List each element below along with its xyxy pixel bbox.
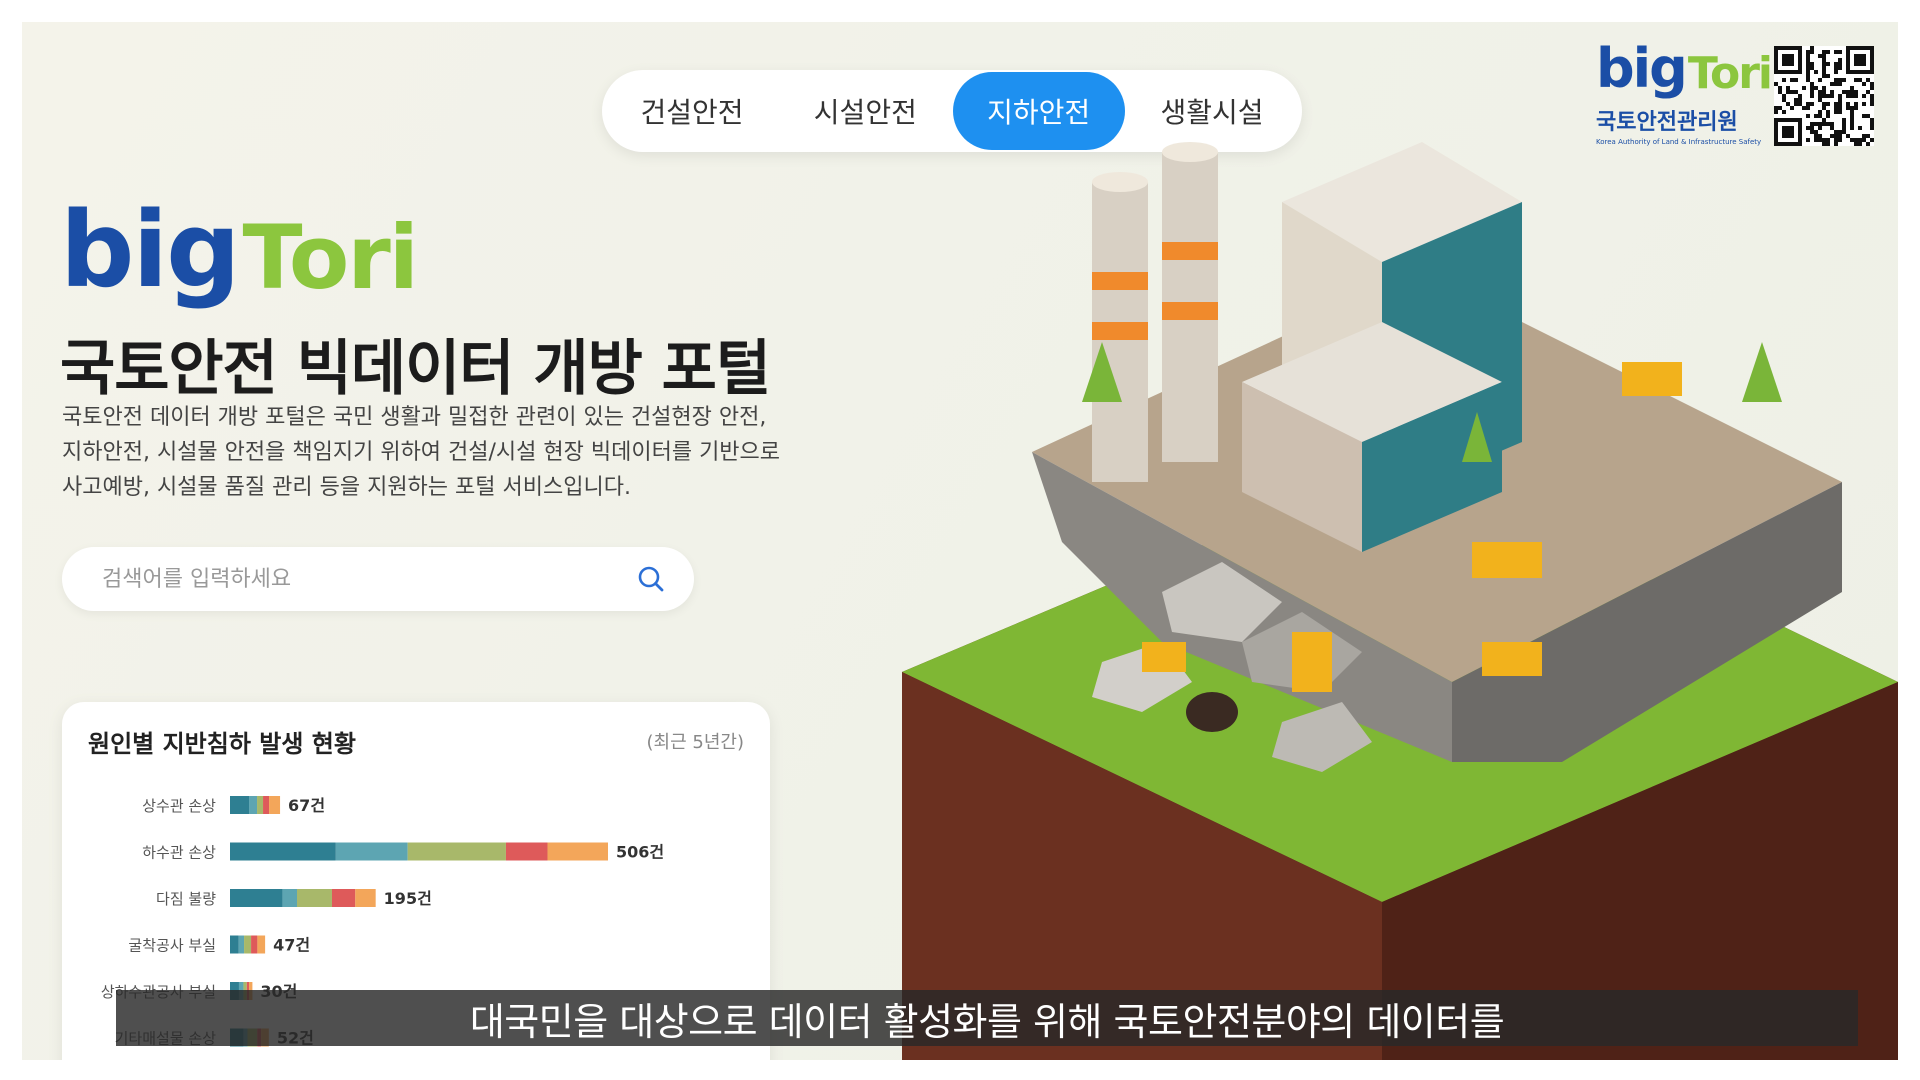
page-frame: 건설안전 시설안전 지하안전 생활시설 big Tori 국토안전 빅데이터 개… <box>22 22 1898 1060</box>
top-logo-big-text: big <box>1596 37 1688 100</box>
chart-bar-segment <box>244 935 252 954</box>
chart-bar-segment <box>297 889 332 907</box>
chart-bar-segment <box>335 842 408 861</box>
chart-value-label: 47건 <box>273 936 310 955</box>
top-logo-tori-text: Tori <box>1687 48 1773 99</box>
chart-value-label: 506건 <box>616 843 664 862</box>
chart-bar-segment <box>230 935 239 954</box>
chart-bar-segment <box>238 935 245 954</box>
chart-bar-segment <box>505 842 548 861</box>
page-title: 국토안전 빅데이터 개방 포털 <box>60 334 771 404</box>
chart-bar-segment <box>249 796 258 814</box>
chart-bar-segment <box>263 796 270 814</box>
chart-category-label: 굴착공사 부실 <box>128 937 216 955</box>
chart-bar-segment <box>355 889 376 907</box>
chart-value-label: 67건 <box>288 796 325 815</box>
chart-period-note: (최근 5년간) <box>646 732 744 753</box>
logo-tori-text: Tori <box>242 206 419 309</box>
chart-bar-segment <box>407 842 506 861</box>
search-bar <box>62 547 694 611</box>
tab-construction-safety[interactable]: 건설안전 <box>606 72 778 150</box>
chart-value-label: 195건 <box>384 889 432 908</box>
chart-bar-segment <box>331 889 356 907</box>
search-icon[interactable] <box>636 564 666 594</box>
chart-bar-segment <box>230 796 250 814</box>
description-line: 사고예방, 시설물 품질 관리 등을 지원하는 포털 서비스입니다. <box>62 475 631 500</box>
search-input[interactable] <box>100 565 636 593</box>
page-description: 국토안전 데이터 개방 포털은 국민 생활과 밀접한 관련이 있는 건설현장 안… <box>62 400 822 505</box>
chart-category-label: 다짐 불량 <box>156 890 216 908</box>
construction-site-illustration <box>902 142 1898 1060</box>
chart-category-label: 하수관 손상 <box>142 844 216 862</box>
chart-title: 원인별 지반침하 발생 현황 <box>88 730 356 758</box>
chart-bar-segment <box>257 935 266 954</box>
chart-bar-segment <box>230 842 336 861</box>
chart-category-label: 상수관 손상 <box>142 797 216 815</box>
chart-bar-segment <box>269 796 281 814</box>
top-bigtori-logo[interactable]: big Tori <box>1596 37 1773 100</box>
video-subtitle: 대국민을 대상으로 데이터 활성화를 위해 국토안전분야의 데이터를 <box>116 990 1858 1046</box>
chart-bar-segment <box>282 889 298 907</box>
description-line: 지하안전, 시설물 안전을 책임지기 위하여 건설/시설 현장 빅데이터를 기반… <box>62 440 781 465</box>
chart-bar-segment <box>251 935 258 954</box>
logo-big-text: big <box>60 189 241 311</box>
chart-bar-segment <box>257 796 264 814</box>
chart-bar-segment <box>547 842 608 861</box>
chart-bar-segment <box>230 889 283 907</box>
description-line: 국토안전 데이터 개방 포털은 국민 생활과 밀접한 관련이 있는 건설현장 안… <box>62 405 767 430</box>
bigtori-logo[interactable]: big Tori <box>60 189 419 311</box>
